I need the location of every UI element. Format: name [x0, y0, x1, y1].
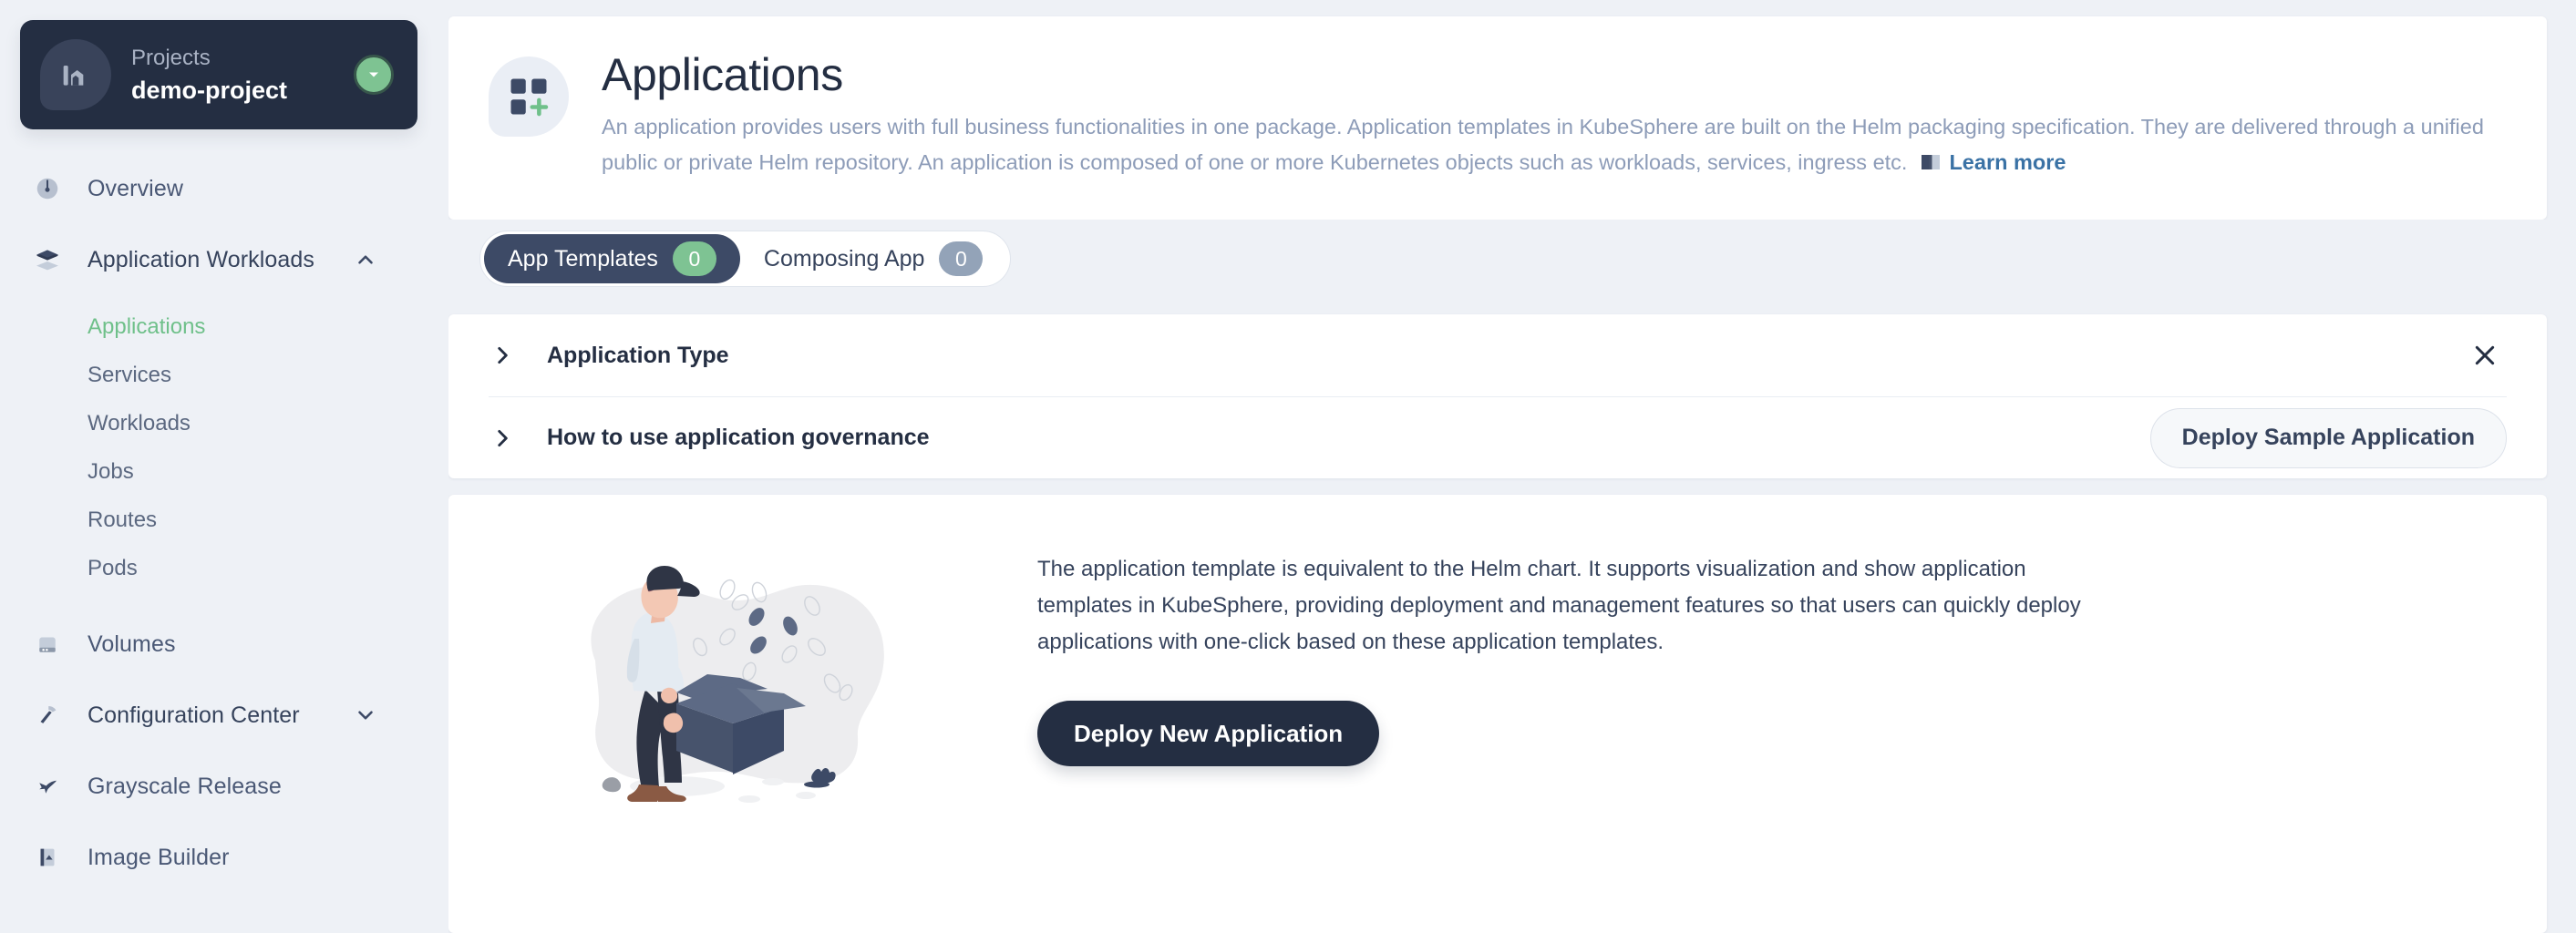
- sidebar-item-label: Configuration Center: [88, 702, 300, 728]
- info-accordion: Application Type How to use application …: [448, 314, 2547, 478]
- accordion-title: Application Type: [547, 342, 729, 368]
- sidebar-item-label: Grayscale Release: [88, 773, 282, 799]
- sidebar-subitem-label: Workloads: [88, 410, 191, 436]
- rocket-icon: [27, 773, 67, 800]
- applications-icon: [489, 56, 569, 137]
- accordion-actions: [2463, 333, 2507, 377]
- project-label: Projects: [131, 45, 211, 70]
- page-title: Applications: [602, 49, 843, 100]
- empty-state-text: The application template is equivalent t…: [1037, 542, 2113, 766]
- storage-icon: [27, 631, 67, 658]
- sidebar: Projects demo-project Overview Applicati…: [0, 0, 448, 933]
- tab-group: App Templates 0 Composing App 0: [479, 231, 1012, 287]
- sidebar-subitem-label: Services: [88, 362, 172, 387]
- empty-state-panel: The application template is equivalent t…: [448, 495, 2547, 933]
- chevron-right-icon[interactable]: [489, 426, 516, 450]
- layers-icon: [27, 245, 67, 274]
- book-icon: [1920, 148, 1942, 183]
- tab-label: App Templates: [508, 245, 658, 272]
- chevron-up-icon[interactable]: [354, 248, 377, 272]
- sidebar-item-label: Overview: [88, 175, 183, 201]
- page-header: Applications An application provides use…: [448, 16, 2547, 220]
- accordion-actions: Deploy Sample Application: [2149, 407, 2507, 468]
- chevron-down-icon[interactable]: [354, 703, 377, 727]
- sidebar-item-applications[interactable]: Applications: [0, 302, 448, 351]
- deploy-sample-application-button[interactable]: Deploy Sample Application: [2149, 407, 2507, 468]
- accordion-row-application-type[interactable]: Application Type: [489, 314, 2507, 396]
- sidebar-subitem-label: Jobs: [88, 458, 134, 484]
- empty-state-description: The application template is equivalent t…: [1037, 557, 2081, 654]
- tab-composing-app[interactable]: Composing App 0: [740, 234, 1007, 283]
- dashboard-icon: [27, 175, 67, 202]
- image-icon: [27, 844, 67, 871]
- sidebar-item-label: Image Builder: [88, 844, 230, 870]
- close-icon[interactable]: [2463, 333, 2507, 377]
- sidebar-subitem-label: Pods: [88, 555, 138, 580]
- learn-more-link[interactable]: Learn more: [1949, 150, 2066, 174]
- header-text: Applications An application provides use…: [602, 47, 2507, 183]
- tab-app-templates[interactable]: App Templates 0: [484, 234, 740, 283]
- sidebar-item-application-workloads[interactable]: Application Workloads: [0, 231, 448, 288]
- accordion-row-application-governance[interactable]: How to use application governance Deploy…: [489, 396, 2507, 478]
- sidebar-subitem-label: Applications: [88, 313, 206, 339]
- sidebar-item-label: Application Workloads: [88, 246, 314, 272]
- project-selector[interactable]: Projects demo-project: [20, 20, 417, 129]
- sidebar-item-jobs[interactable]: Jobs: [0, 447, 448, 496]
- sidebar-item-services[interactable]: Services: [0, 351, 448, 399]
- sidebar-subitem-label: Routes: [88, 507, 158, 532]
- person-carrying-box-illustration: [545, 551, 928, 829]
- accordion-title: How to use application governance: [547, 425, 930, 450]
- deploy-new-application-button[interactable]: Deploy New Application: [1037, 701, 1380, 766]
- sidebar-item-label: Volumes: [88, 631, 176, 657]
- hammer-icon: [27, 702, 67, 729]
- sidebar-item-pods[interactable]: Pods: [0, 544, 448, 592]
- project-text: Projects demo-project: [131, 45, 354, 106]
- tab-count-badge: 0: [939, 241, 984, 276]
- project-name: demo-project: [131, 76, 288, 104]
- project-icon: [40, 39, 111, 110]
- tab-label: Composing App: [763, 245, 925, 272]
- chevron-down-icon[interactable]: [354, 55, 394, 95]
- sidebar-item-configuration-center[interactable]: Configuration Center: [0, 687, 448, 743]
- chevron-right-icon[interactable]: [489, 343, 516, 367]
- app-root: Projects demo-project Overview Applicati…: [0, 0, 2576, 933]
- sidebar-nav: Overview Application Workloads Applicati…: [0, 160, 448, 886]
- main-content: Applications An application provides use…: [448, 0, 2576, 933]
- sidebar-item-overview[interactable]: Overview: [0, 160, 448, 217]
- sidebar-item-workloads[interactable]: Workloads: [0, 399, 448, 447]
- page-description: An application provides users with full …: [602, 109, 2488, 183]
- sidebar-item-routes[interactable]: Routes: [0, 496, 448, 544]
- sidebar-item-image-builder[interactable]: Image Builder: [0, 829, 448, 886]
- page-description-text: An application provides users with full …: [602, 115, 2484, 174]
- sidebar-item-volumes[interactable]: Volumes: [0, 616, 448, 672]
- tab-count-badge: 0: [672, 241, 716, 276]
- sidebar-item-grayscale-release[interactable]: Grayscale Release: [0, 758, 448, 815]
- tab-strip: App Templates 0 Composing App 0: [448, 220, 2547, 298]
